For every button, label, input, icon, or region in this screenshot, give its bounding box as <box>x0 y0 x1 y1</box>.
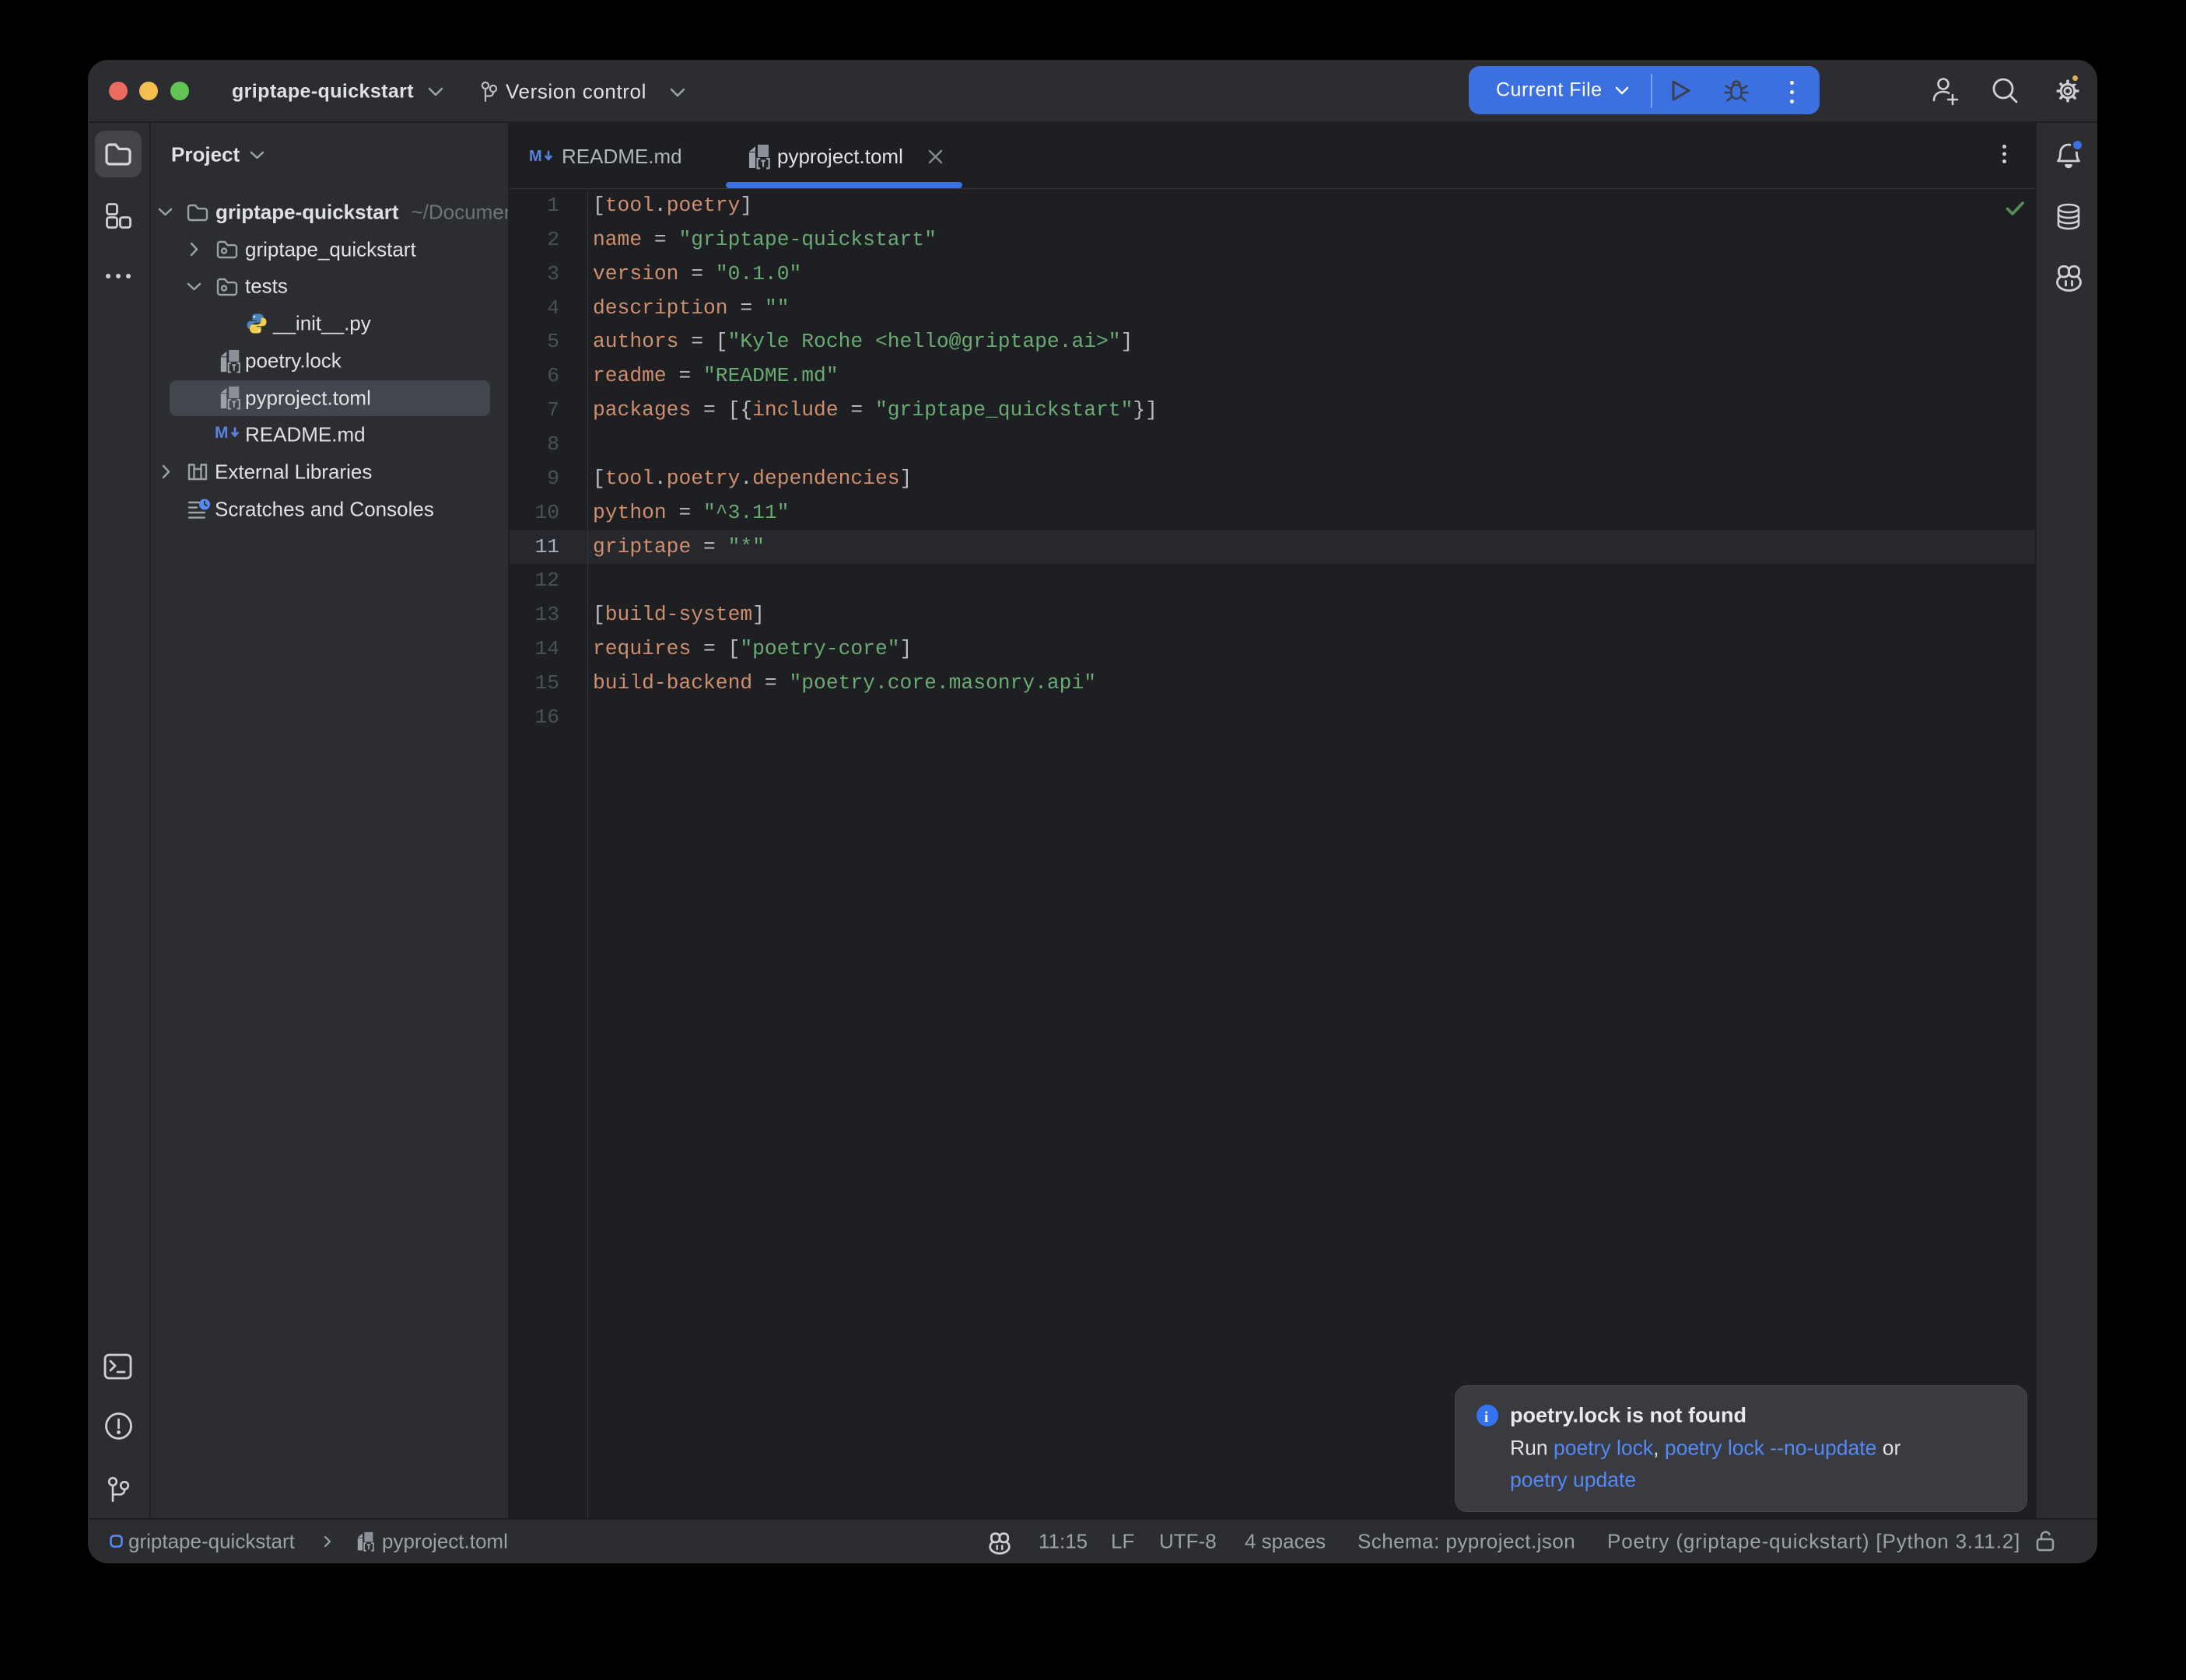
svg-text:M: M <box>529 149 542 163</box>
svg-text:M: M <box>215 425 229 440</box>
